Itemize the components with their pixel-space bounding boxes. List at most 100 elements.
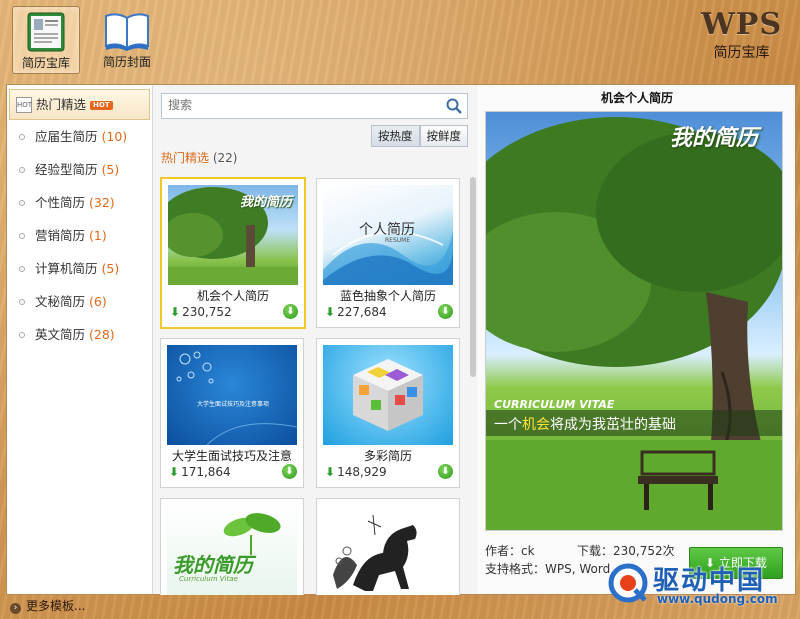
slogan-part: 将成为我茁壮的基础 bbox=[550, 417, 676, 433]
search-input[interactable] bbox=[162, 94, 438, 116]
download-icon[interactable]: ⬇ bbox=[438, 304, 453, 319]
download-count-value: 171,864 bbox=[181, 465, 231, 479]
slogan-highlight: 机会 bbox=[522, 417, 550, 433]
thumbnail-heading: 我的简历 bbox=[239, 195, 292, 210]
template-card[interactable]: 个人简历 RESUME 蓝色抽象个人简历 ⬇ 227,684 ⬇ bbox=[316, 178, 460, 328]
horse-ink-illustration bbox=[333, 514, 417, 591]
cv-label: CURRICULUM VITAE bbox=[494, 398, 615, 411]
wps-logo: WPS 简历宝库 bbox=[701, 10, 782, 62]
preview-slogan: 一个机会将成为我茁壮的基础 bbox=[494, 414, 676, 434]
download-count: ⬇ 227,684 bbox=[325, 305, 387, 319]
sidebar-item-secretary[interactable]: 文秘简历 (6) bbox=[7, 285, 152, 318]
preview-title: 机会个人简历 bbox=[600, 91, 673, 105]
download-icon[interactable]: ⬇ bbox=[282, 464, 297, 479]
template-thumbnail: 我的简历 bbox=[168, 185, 298, 285]
section-title-text: 热门精选 bbox=[161, 151, 210, 165]
sidebar-item-computer[interactable]: 计算机简历 (5) bbox=[7, 252, 152, 285]
bullet-icon bbox=[19, 266, 25, 272]
search-box bbox=[161, 93, 468, 119]
more-templates-link[interactable]: › 更多模板... bbox=[10, 597, 85, 614]
sidebar-item-count: (5) bbox=[101, 162, 120, 177]
bullet-icon bbox=[19, 332, 25, 338]
template-name: 多彩简历 bbox=[363, 449, 412, 463]
sidebar-item-english[interactable]: 英文简历 (28) bbox=[7, 318, 152, 351]
bullet-icon bbox=[19, 200, 25, 206]
sidebar-item-label: 文秘简历 bbox=[35, 294, 86, 309]
bullet-icon bbox=[19, 134, 25, 140]
sidebar-item-hot[interactable]: HOT 热门精选 HOT bbox=[9, 89, 150, 120]
template-thumbnail bbox=[323, 505, 453, 595]
cover-tab-label: 简历封面 bbox=[102, 55, 151, 69]
book-cover-icon bbox=[105, 13, 149, 51]
download-count-value: 148,929 bbox=[337, 465, 387, 479]
download-arrow-icon: ⬇ bbox=[325, 305, 336, 319]
sort-by-freshness-button[interactable]: 按鲜度 bbox=[419, 125, 468, 147]
download-icon[interactable]: ⬇ bbox=[283, 304, 298, 319]
template-card[interactable]: 大学生面试技巧及注意事项 大学生面试技巧及注意 ⬇ 171,864 ⬇ bbox=[160, 338, 304, 488]
main-panel: HOT 热门精选 HOT 应届生简历 (10) 经验型简历 (5) 个性简历 (32) … bbox=[6, 84, 796, 595]
template-thumbnail: 个人简历 RESUME bbox=[323, 185, 453, 285]
search-icon[interactable] bbox=[445, 97, 463, 115]
preview-heading: 我的简历 bbox=[670, 126, 759, 151]
grid-scrollbar[interactable] bbox=[470, 177, 476, 377]
library-tab-button[interactable]: 简历宝库 bbox=[12, 6, 80, 74]
thumbnail-heading: 我的简历 bbox=[173, 553, 253, 577]
sidebar-item-label: 计算机简历 bbox=[35, 261, 98, 276]
author-info: 作者：ck bbox=[485, 544, 535, 558]
sidebar-item-personality[interactable]: 个性简历 (32) bbox=[7, 186, 152, 219]
more-templates-label: 更多模板... bbox=[26, 599, 86, 613]
bullet-icon bbox=[19, 167, 25, 173]
sidebar-item-experienced[interactable]: 经验型简历 (5) bbox=[7, 153, 152, 186]
sort-buttons: 按热度 按鲜度 bbox=[371, 125, 468, 147]
download-count-value: 230,752 bbox=[182, 305, 232, 319]
preview-image: 我的简历 CURRICULUM VITAE 一个机会将成为我茁壮的基础 bbox=[485, 111, 783, 531]
tree-bench-illustration bbox=[486, 117, 782, 530]
cover-tab-button[interactable]: 简历封面 bbox=[94, 6, 160, 72]
bullet-icon bbox=[19, 233, 25, 239]
sidebar-item-count: (10) bbox=[101, 129, 128, 144]
sidebar-item-count: (28) bbox=[89, 327, 115, 342]
download-arrow-icon: ⬇ bbox=[170, 305, 181, 319]
template-card[interactable] bbox=[316, 498, 460, 595]
thumbnail-heading: 个人简历 bbox=[359, 222, 415, 238]
template-grid-panel: 按热度 按鲜度 热门精选 (22) 我的简历 机会个人简历 ⬇230,752 ⬇ bbox=[153, 85, 478, 595]
thumbnail-heading: 大学生面试技巧及注意事项 bbox=[197, 401, 270, 408]
download-count: ⬇ 230,752 bbox=[170, 305, 232, 319]
download-icon[interactable]: ⬇ bbox=[438, 464, 453, 479]
sidebar-item-label: 个性简历 bbox=[35, 195, 86, 210]
template-card[interactable]: 我的简历 Curriculum Vitae bbox=[160, 498, 304, 595]
sidebar-item-count: (6) bbox=[89, 294, 107, 309]
template-name: 蓝色抽象个人简历 bbox=[339, 289, 436, 303]
template-card[interactable]: 我的简历 机会个人简历 ⬇ 230,752 ⬇ bbox=[160, 177, 306, 329]
sort-by-popularity-button[interactable]: 按热度 bbox=[371, 125, 420, 147]
download-count-value: 227,684 bbox=[337, 305, 387, 319]
sidebar-item-graduate[interactable]: 应届生简历 (10) bbox=[7, 120, 152, 153]
hot-category-icon: HOT bbox=[16, 97, 32, 113]
bullet-icon bbox=[19, 299, 25, 305]
download-arrow-icon: ⬇ bbox=[325, 465, 336, 479]
logo-subtitle: 简历宝库 bbox=[713, 45, 770, 61]
bubbles-illustration bbox=[176, 351, 297, 445]
download-count: ⬇ 171,864 bbox=[169, 465, 231, 479]
sidebar-item-label: 经验型简历 bbox=[35, 162, 98, 177]
format-info: 支持格式：WPS, Word bbox=[485, 562, 611, 576]
template-name: 大学生面试技巧及注意 bbox=[171, 449, 292, 463]
watermark-url: www.qudong.com bbox=[657, 592, 778, 606]
library-tab-label: 简历宝库 bbox=[21, 56, 70, 70]
section-count: (22) bbox=[212, 151, 238, 165]
template-thumbnail bbox=[323, 345, 453, 445]
thumbnail-subheading: RESUME bbox=[385, 237, 411, 244]
site-watermark: 驱动中国 www.qudong.com bbox=[605, 556, 795, 614]
template-card[interactable]: 多彩简历 ⬇ 148,929 ⬇ bbox=[316, 338, 460, 488]
preview-panel: 机会个人简历 我的简历 CURRICULUM VITAE 一个机会将成为我茁壮的… bbox=[479, 85, 795, 594]
section-title: 热门精选 (22) bbox=[161, 149, 237, 166]
thumbnail-subheading: Curriculum Vitae bbox=[179, 575, 238, 583]
sidebar-item-marketing[interactable]: 营销简历 (1) bbox=[7, 219, 152, 252]
category-sidebar: HOT 热门精选 HOT 应届生简历 (10) 经验型简历 (5) 个性简历 (32) … bbox=[7, 85, 153, 594]
sidebar-item-count: (5) bbox=[101, 261, 120, 276]
sidebar-item-label: 应届生简历 bbox=[35, 129, 98, 144]
sidebar-item-label: 营销简历 bbox=[35, 228, 86, 243]
logo-brand: WPS bbox=[701, 7, 782, 42]
sidebar-item-label: 英文简历 bbox=[35, 327, 86, 342]
slogan-part: 一个 bbox=[494, 417, 522, 433]
